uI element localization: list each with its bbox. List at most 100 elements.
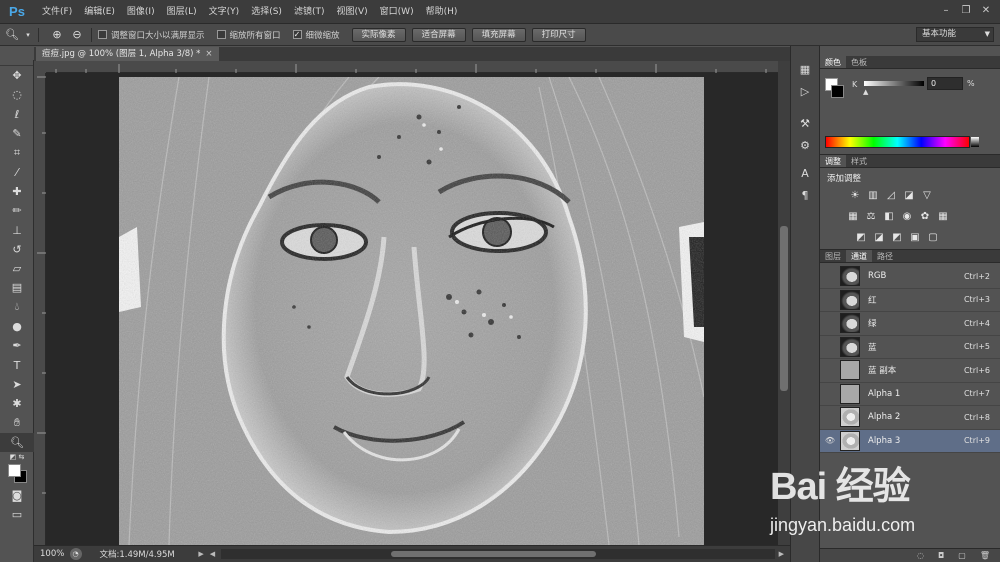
color-lookup-icon[interactable]: ▦ <box>936 209 950 223</box>
tool-presets-panel-icon[interactable]: ⚒ <box>791 112 819 134</box>
character-panel-icon[interactable]: A <box>791 162 819 184</box>
hue-saturation-icon[interactable]: ▦ <box>846 209 860 223</box>
history-panel-icon[interactable]: ▦ <box>791 58 819 80</box>
menu-type[interactable]: 文字(Y) <box>203 0 246 24</box>
menu-layer[interactable]: 图层(L) <box>161 0 203 24</box>
k-slider[interactable] <box>864 81 924 86</box>
visibility-toggle[interactable] <box>823 387 837 401</box>
menu-view[interactable]: 视图(V) <box>330 0 373 24</box>
gradient-map-icon[interactable]: ▣ <box>908 230 922 244</box>
type-tool-icon[interactable]: T <box>0 355 34 374</box>
eyedropper-tool-icon[interactable]: ⁄ <box>0 162 34 181</box>
healing-brush-tool-icon[interactable]: ✚ <box>0 182 34 201</box>
lasso-tool-icon[interactable]: ℓ <box>0 105 34 124</box>
channel-row-selected[interactable]: 👁︎ Alpha 3 Ctrl+9 <box>820 429 1000 453</box>
selective-color-icon[interactable]: ▢ <box>926 230 940 244</box>
visibility-toggle[interactable] <box>823 340 837 354</box>
menu-file[interactable]: 文件(F) <box>36 0 78 24</box>
horizontal-scrollbar[interactable] <box>221 549 775 559</box>
channel-row[interactable]: 绿 Ctrl+4 <box>820 312 1000 336</box>
channel-row[interactable]: 红 Ctrl+3 <box>820 289 1000 312</box>
menu-help[interactable]: 帮助(H) <box>420 0 464 24</box>
invert-icon[interactable]: ◩ <box>854 230 868 244</box>
info-menu-arrow-icon[interactable]: ▶ <box>198 550 203 558</box>
blur-tool-icon[interactable]: 💧︎ <box>0 298 34 317</box>
print-size-button[interactable]: 打印尺寸 <box>531 27 586 42</box>
document-image[interactable] <box>119 77 704 545</box>
vertical-scroll-thumb[interactable] <box>780 226 788 391</box>
brightness-icon[interactable]: ☀ <box>848 188 862 202</box>
brush-tool-icon[interactable]: ✏ <box>0 201 34 220</box>
scrubby-zoom-checkbox[interactable]: ✓ 细微缩放 <box>292 29 340 41</box>
color-balance-icon[interactable]: ⚖ <box>864 209 878 223</box>
actual-pixels-button[interactable]: 实际像素 <box>351 27 406 42</box>
visibility-toggle[interactable] <box>823 316 837 330</box>
exposure-icon[interactable]: ◪ <box>902 188 916 202</box>
horizontal-scroll-thumb[interactable] <box>391 551 597 557</box>
horizontal-ruler[interactable] <box>46 61 778 73</box>
actions-panel-icon[interactable]: ▷ <box>791 80 819 102</box>
channel-row[interactable]: Alpha 2 Ctrl+8 <box>820 406 1000 430</box>
threshold-icon[interactable]: ◩ <box>890 230 904 244</box>
background-color-box[interactable] <box>831 85 844 98</box>
curves-icon[interactable]: ◿ <box>884 188 898 202</box>
quick-select-tool-icon[interactable]: ✎ <box>0 124 34 143</box>
close-button[interactable]: ✕ <box>976 2 996 18</box>
visibility-toggle[interactable] <box>823 293 837 307</box>
zoom-tool-icon[interactable]: 🔍︎ <box>4 27 20 43</box>
foreground-color-swatch[interactable] <box>8 463 21 477</box>
pen-tool-icon[interactable]: ✒ <box>0 336 34 355</box>
zoom-preview-icon[interactable]: ◔ <box>69 548 82 560</box>
eye-icon[interactable]: 👁︎ <box>823 434 837 448</box>
restore-button[interactable]: ❐ <box>956 2 976 18</box>
menu-select[interactable]: 选择(S) <box>245 0 288 24</box>
workspace-select[interactable]: 基本功能 ▼ <box>916 27 994 42</box>
default-colors-icon[interactable]: ◩ ⇆ <box>0 452 34 462</box>
vertical-ruler[interactable] <box>34 73 46 545</box>
trash-icon[interactable]: 🗑︎ <box>980 551 990 560</box>
channel-mixer-icon[interactable]: ✿ <box>918 209 932 223</box>
save-selection-icon[interactable]: ◘ <box>938 551 944 560</box>
channel-row[interactable]: 蓝 副本 Ctrl+6 <box>820 359 1000 383</box>
tab-paths[interactable]: 路径 <box>872 250 898 262</box>
tool-preset-caret-icon[interactable]: ▾ <box>24 27 32 43</box>
crop-tool-icon[interactable]: ⌗ <box>0 143 34 162</box>
posterize-icon[interactable]: ◪ <box>872 230 886 244</box>
document-tab[interactable]: 痘痘.jpg @ 100% (图层 1, Alpha 3/8) * × <box>36 47 219 61</box>
visibility-toggle[interactable] <box>823 410 837 424</box>
marquee-tool-icon[interactable]: ◌ <box>0 85 34 104</box>
levels-icon[interactable]: ▥ <box>866 188 880 202</box>
visibility-toggle[interactable] <box>823 269 837 283</box>
move-tool-icon[interactable]: ✥ <box>0 66 34 85</box>
quick-mask-icon[interactable]: ◙ <box>0 486 34 505</box>
photo-filter-icon[interactable]: ◉ <box>900 209 914 223</box>
paragraph-panel-icon[interactable]: ¶ <box>791 184 819 206</box>
tab-adjustments[interactable]: 调整 <box>820 155 846 167</box>
k-value-input[interactable]: 0 <box>927 77 963 90</box>
fill-screen-button[interactable]: 填充屏幕 <box>471 27 526 42</box>
tab-layers[interactable]: 图层 <box>820 250 846 262</box>
zoom-level[interactable]: 100% <box>40 549 70 559</box>
new-channel-icon[interactable]: ▢ <box>958 551 966 560</box>
load-selection-icon[interactable]: ◌ <box>917 551 924 560</box>
gradient-tool-icon[interactable]: ▤ <box>0 278 34 297</box>
menu-window[interactable]: 窗口(W) <box>374 0 420 24</box>
eraser-tool-icon[interactable]: ▱ <box>0 259 34 278</box>
tab-channels[interactable]: 通道 <box>846 250 872 262</box>
menu-filter[interactable]: 滤镜(T) <box>288 0 331 24</box>
visibility-toggle[interactable] <box>823 363 837 377</box>
dodge-tool-icon[interactable]: ● <box>0 317 34 336</box>
color-swatches[interactable] <box>0 462 33 486</box>
tab-swatches[interactable]: 色板 <box>846 56 872 68</box>
scroll-left-arrow-icon[interactable]: ◀ <box>210 550 215 558</box>
color-spectrum-bar[interactable] <box>825 136 979 148</box>
hand-tool-icon[interactable]: ✋︎ <box>0 413 34 432</box>
slider-thumb-icon[interactable]: ▲ <box>863 88 868 96</box>
tab-styles[interactable]: 样式 <box>846 155 872 167</box>
screen-mode-icon[interactable]: ▭ <box>0 505 34 524</box>
scroll-right-arrow-icon[interactable]: ▶ <box>779 550 784 558</box>
zoom-all-windows-checkbox[interactable]: 缩放所有窗口 <box>216 29 281 41</box>
channel-row[interactable]: Alpha 1 Ctrl+7 <box>820 383 1000 406</box>
tab-color[interactable]: 颜色 <box>820 56 846 68</box>
close-tab-icon[interactable]: × <box>205 49 212 59</box>
